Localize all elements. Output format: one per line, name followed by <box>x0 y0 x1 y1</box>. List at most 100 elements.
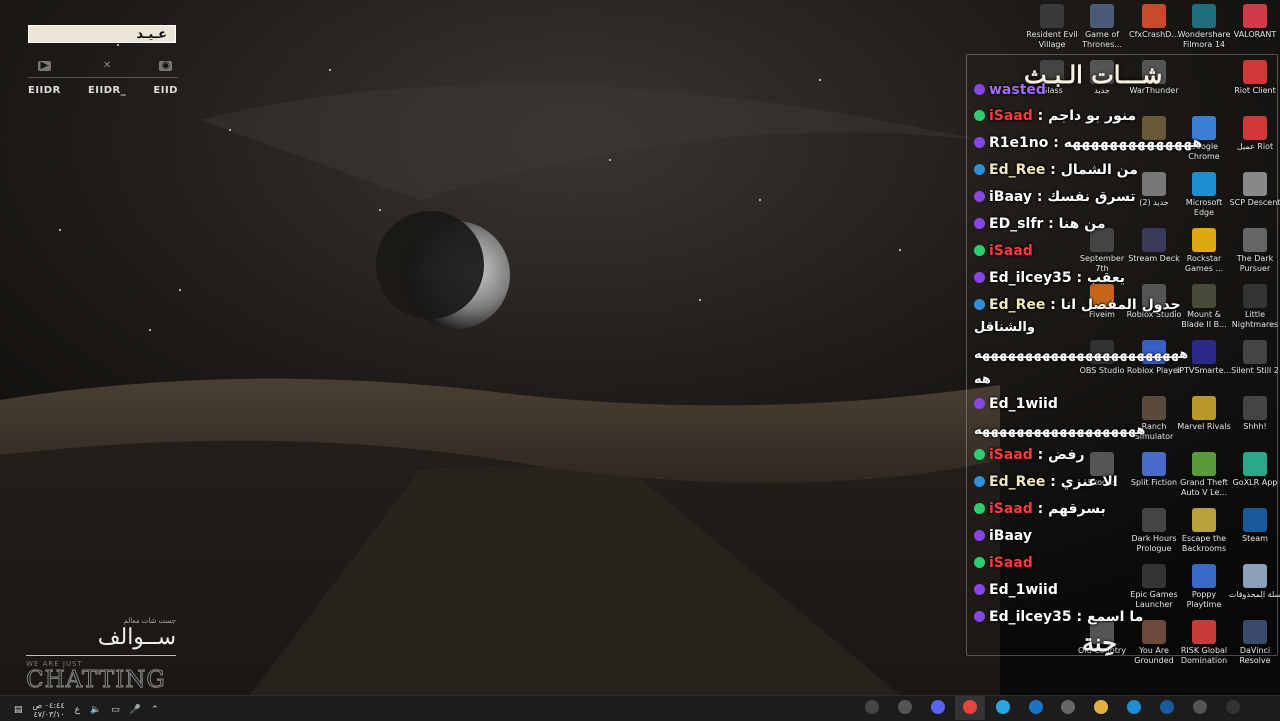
chat-username: iSaad <box>989 243 1033 259</box>
chat-text: رفض <box>1048 447 1085 463</box>
desktop-icon[interactable]: Wondershare Filmora 14 <box>1176 4 1232 50</box>
badge-icon <box>974 611 985 622</box>
chat-message: iBaay <box>974 528 1032 544</box>
chat-username: iBaay <box>989 189 1033 205</box>
chat-username: Ed_ilcey35 <box>989 609 1072 625</box>
clock-app-glyph <box>898 700 912 714</box>
chat-text: ما اسمع <box>1086 609 1144 625</box>
chat-separator: : <box>1045 474 1061 490</box>
chat-message: ED_slfr : من هنا <box>974 216 1106 232</box>
desktop-icon[interactable]: Game of Thrones... <box>1074 4 1130 50</box>
telegram-glyph <box>996 700 1010 714</box>
language-indicator[interactable]: ع <box>75 705 80 715</box>
volume-icon[interactable]: 🔈 <box>90 705 101 715</box>
discord-icon: ◉ <box>159 61 173 71</box>
chat-text: من الشمال <box>1060 162 1138 178</box>
brand-big-text: CHATTING <box>26 667 166 693</box>
file-explorer-icon[interactable] <box>1091 698 1111 716</box>
chat-text: يعقب <box>1086 270 1126 286</box>
app-icon <box>1040 4 1064 28</box>
badge-icon <box>974 137 985 148</box>
badge-icon <box>974 299 985 310</box>
microphone-icon[interactable]: 🎤 <box>130 705 141 715</box>
steam-icon[interactable] <box>1157 698 1177 716</box>
chat-username: iBaay <box>989 528 1033 544</box>
badge-icon <box>974 245 985 256</box>
chat-text: من هنا <box>1058 216 1106 232</box>
taskbar: ▤ ٠٤:٤٤ ص ٤٧/٠٣/١٠ ع 🔈 ▭ 🎤 ⌃ <box>0 695 1280 721</box>
social-divider <box>28 77 178 78</box>
edge-icon[interactable] <box>1124 698 1144 716</box>
badge-icon <box>974 218 985 229</box>
badge-icon <box>974 84 985 95</box>
chat-username: ED_slfr <box>989 216 1044 232</box>
chat-message: Ed_1wiid <box>974 582 1058 598</box>
app-icon <box>1243 4 1267 28</box>
app-icon <box>1090 4 1114 28</box>
desktop-icon-label: Resident Evil Village <box>1026 30 1078 49</box>
clock[interactable]: ٠٤:٤٤ ص ٤٧/٠٣/١٠ <box>33 701 65 719</box>
chat-separator: : <box>1032 501 1049 517</box>
chat-separator: : <box>1048 135 1064 151</box>
chevron-up-icon[interactable]: ⌃ <box>151 705 159 715</box>
social-x-label: EIIDR_ <box>87 85 127 96</box>
task-view-icon[interactable] <box>1190 698 1210 716</box>
badge-icon <box>974 164 985 175</box>
desktop-icon[interactable]: Resident Evil Village <box>1024 4 1080 50</box>
chat-message: wasted <box>974 82 1046 98</box>
wallpaper-brand-footer: جست شات معالم ســوالف WE ARE JUST CHATTI… <box>26 617 176 693</box>
clock-app-icon[interactable] <box>895 698 915 716</box>
brand-small-text: جست شات معالم <box>123 617 176 625</box>
desktop-icon[interactable]: CfxCrashD... <box>1126 4 1182 40</box>
chat-username: Ed_Ree <box>989 297 1046 313</box>
desktop-icon-label: CfxCrashD... <box>1129 30 1179 39</box>
outlook-icon[interactable] <box>1026 698 1046 716</box>
chat-continuation: هههههههههههههههههههه <box>974 423 1146 438</box>
file-explorer-glyph <box>1094 700 1108 714</box>
chat-text: بسرقهم <box>1048 501 1106 517</box>
notification-icon[interactable]: ▤ <box>14 705 23 715</box>
chat-separator: : <box>1032 108 1049 124</box>
chat-message: Ed_Ree : الا عنزي <box>974 474 1118 490</box>
app-icon <box>1142 4 1166 28</box>
x-icon: ✕ <box>102 60 112 71</box>
chat-continuation: هه <box>974 372 991 387</box>
chat-username: Ed_1wiid <box>989 396 1058 412</box>
desktop-icon[interactable]: VALORANT <box>1227 4 1280 40</box>
badge-icon <box>974 530 985 541</box>
steam-glyph <box>1160 700 1174 714</box>
badge-icon <box>974 584 985 595</box>
chat-text: ههههههههههههههه <box>1063 135 1203 151</box>
chat-message: iSaad <box>974 555 1033 571</box>
badge-icon <box>974 476 985 487</box>
chat-username: iSaad <box>989 501 1033 517</box>
chrome-icon[interactable] <box>960 698 980 716</box>
badge-icon <box>974 272 985 283</box>
telegram-icon[interactable] <box>993 698 1013 716</box>
chat-separator: : <box>1045 162 1061 178</box>
store-icon[interactable] <box>1058 698 1078 716</box>
search-icon[interactable] <box>1223 698 1243 716</box>
chat-watermark: حِنة <box>1082 628 1117 657</box>
snipping-tool-glyph <box>865 700 879 714</box>
social-youtube: ▶ EIIDR <box>28 61 61 97</box>
badge-icon <box>974 398 985 409</box>
search-glyph <box>1226 700 1240 714</box>
chat-username: wasted <box>989 82 1046 98</box>
badge-icon <box>974 110 985 121</box>
chat-message: Ed_Ree : من الشمال <box>974 162 1138 178</box>
chrome-glyph <box>963 700 977 714</box>
chat-message: Ed_ilcey35 : ما اسمع <box>974 609 1143 625</box>
desktop-icon-label: Game of Thrones... <box>1082 30 1122 49</box>
wallpaper-brand-header: عـيـد ▶ EIIDR ✕ EIIDR_ ◉ EIID <box>28 25 178 96</box>
chat-message: Ed_ilcey35 : يعقب <box>974 270 1125 286</box>
network-icon[interactable]: ▭ <box>111 705 120 715</box>
discord-glyph <box>931 700 945 714</box>
discord-icon[interactable] <box>928 698 948 716</box>
snipping-tool-icon[interactable] <box>862 698 882 716</box>
brand-logo-box: عـيـد <box>28 25 176 43</box>
social-x: ✕ EIIDR_ <box>87 60 127 97</box>
chat-username: iSaad <box>989 108 1033 124</box>
chat-username: R1e1no <box>989 135 1049 151</box>
chat-separator: : <box>1071 609 1087 625</box>
